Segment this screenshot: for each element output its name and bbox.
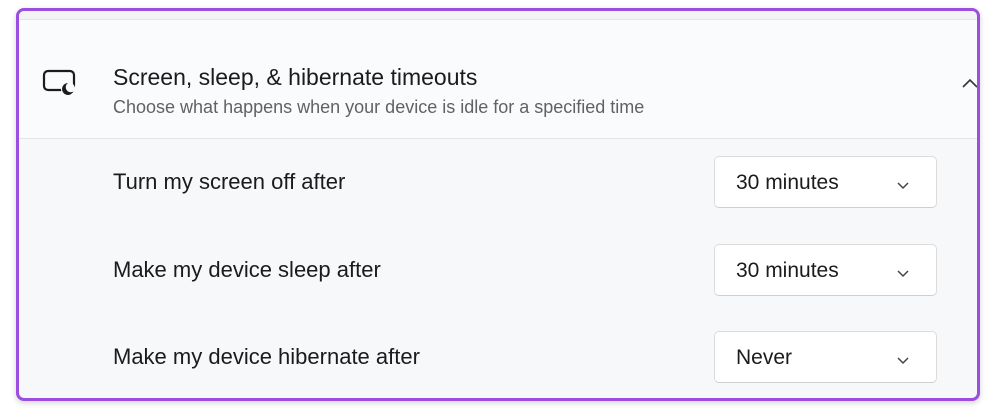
sleep-dropdown[interactable]: 30 minutes	[714, 244, 937, 296]
section-header[interactable]: Screen, sleep, & hibernate timeouts Choo…	[19, 20, 977, 139]
chevron-down-icon	[896, 266, 910, 278]
dropdown-value: 30 minutes	[736, 171, 839, 194]
setting-label-hibernate: Make my device hibernate after	[113, 344, 420, 369]
dropdown-value: 30 minutes	[736, 259, 839, 282]
setting-label-screen-off: Turn my screen off after	[113, 169, 346, 194]
setting-row-screen-off: Turn my screen off after 30 minutes	[19, 139, 977, 227]
chevron-up-icon[interactable]	[961, 76, 977, 90]
chevron-down-icon	[896, 353, 910, 365]
chevron-down-icon	[896, 178, 910, 190]
section-subtitle: Choose what happens when your device is …	[113, 97, 645, 117]
screen-off-dropdown[interactable]: 30 minutes	[714, 156, 937, 208]
section-title: Screen, sleep, & hibernate timeouts	[113, 64, 478, 90]
setting-row-sleep: Make my device sleep after 30 minutes	[19, 227, 977, 315]
dropdown-value: Never	[736, 346, 793, 369]
settings-panel-highlight: Screen, sleep, & hibernate timeouts Choo…	[16, 8, 980, 401]
screen-sleep-icon	[41, 67, 77, 97]
previous-section-edge	[19, 11, 977, 20]
hibernate-dropdown[interactable]: Never	[714, 331, 937, 383]
setting-label-sleep: Make my device sleep after	[113, 257, 381, 282]
setting-row-hibernate: Make my device hibernate after Never	[19, 314, 977, 398]
